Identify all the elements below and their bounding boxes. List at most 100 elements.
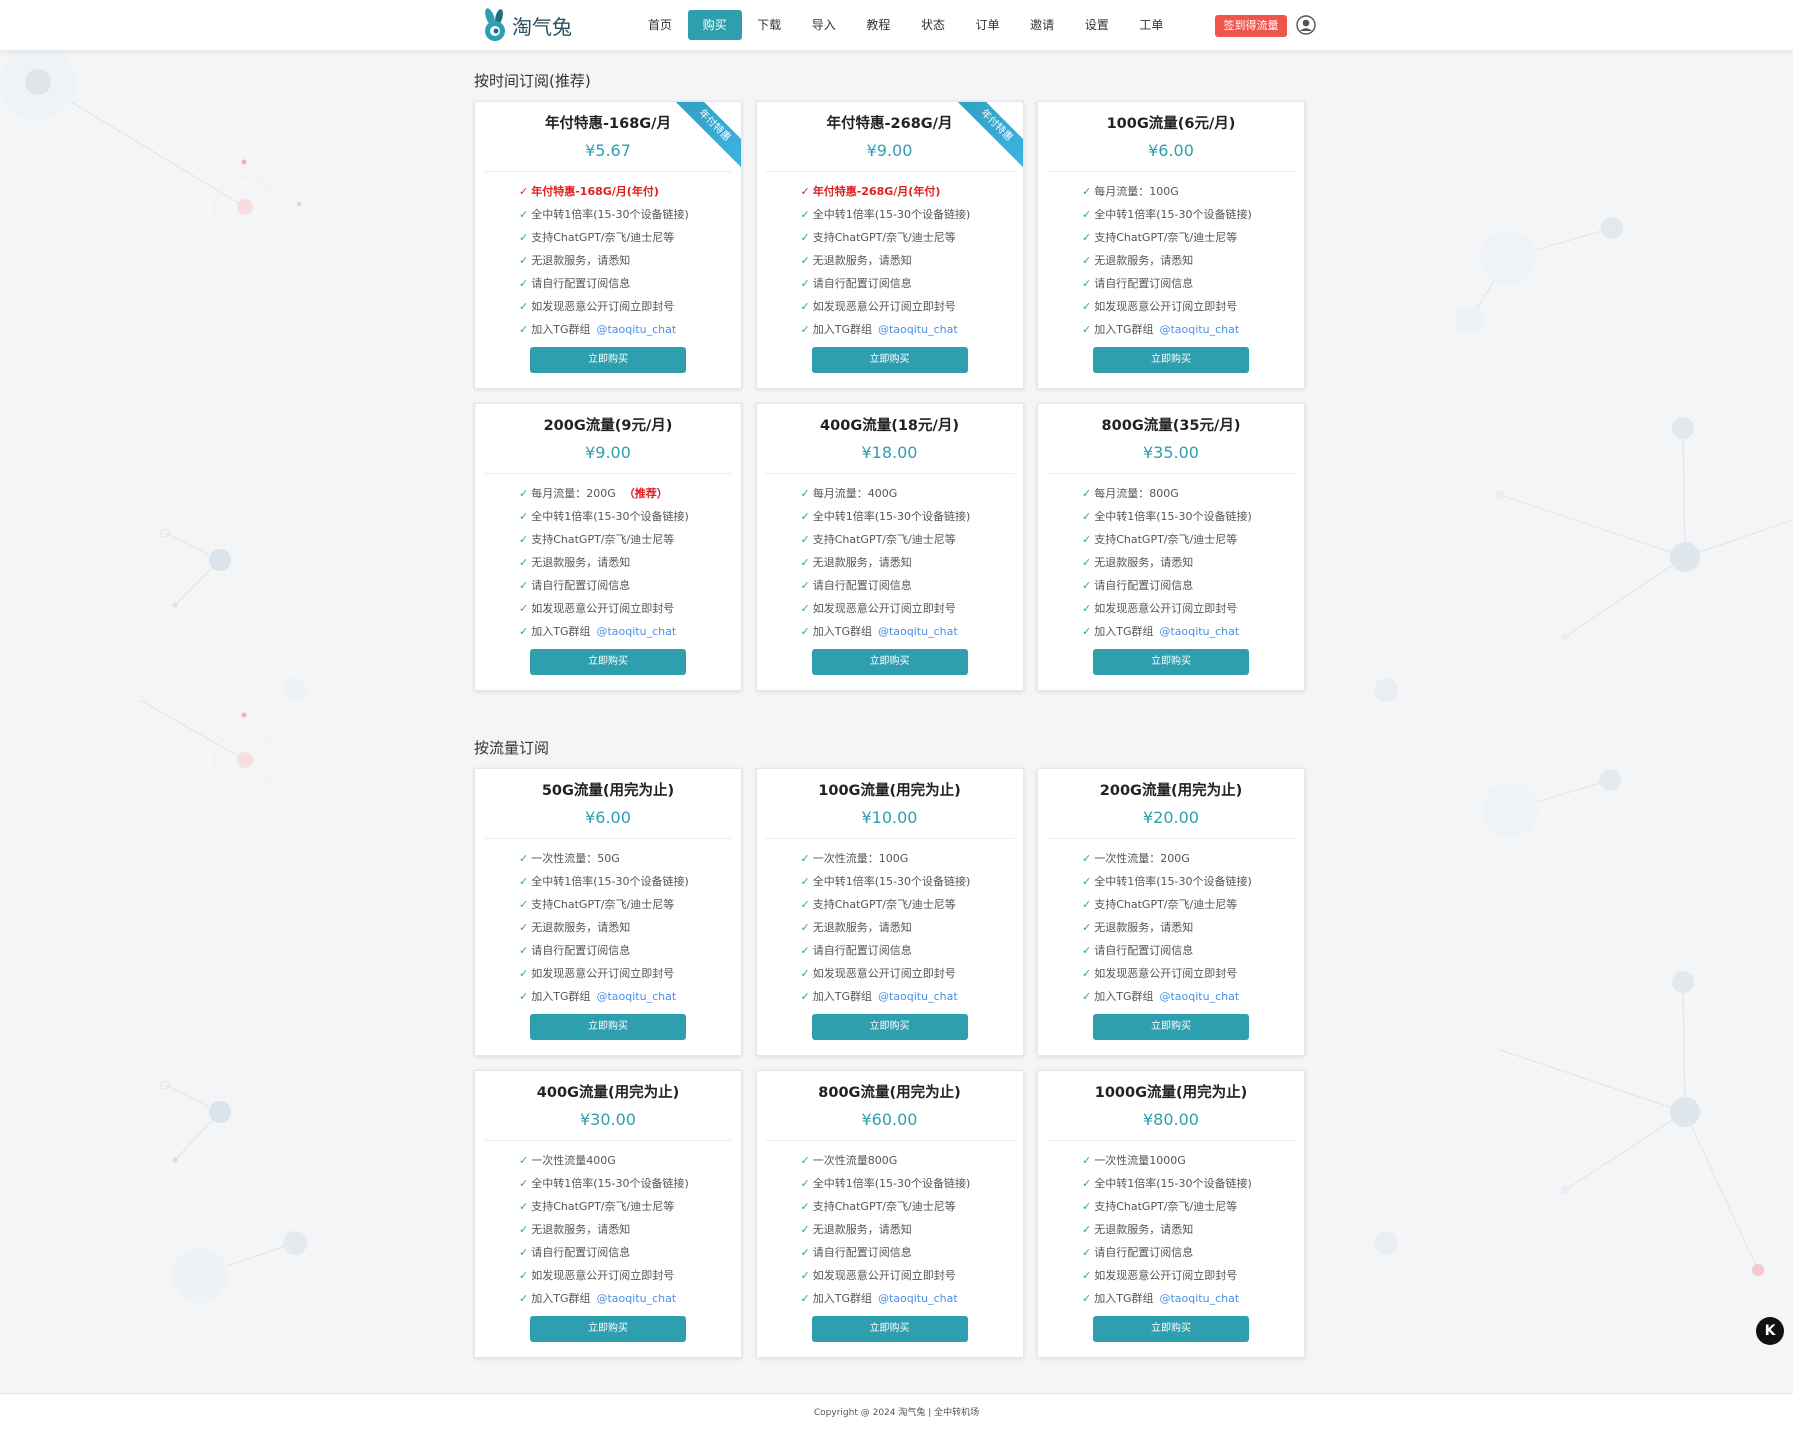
feature-text: 支持ChatGPT/奈飞/迪士尼等 bbox=[531, 898, 675, 911]
buy-now-button[interactable]: 立即购买 bbox=[1093, 649, 1249, 675]
telegram-group-link[interactable]: @taoqitu_chat bbox=[596, 990, 676, 1003]
plan-feature-item: ✓ 全中转1倍率(15-30个设备链接) bbox=[1038, 203, 1304, 226]
telegram-group-link[interactable]: @taoqitu_chat bbox=[1159, 625, 1239, 638]
feature-text: 加入TG群组 bbox=[531, 1292, 591, 1305]
plan-feature-item: ✓ 一次性流量：200G bbox=[1038, 847, 1304, 870]
check-icon: ✓ bbox=[519, 898, 529, 911]
nav-orders[interactable]: 订单 bbox=[961, 10, 1015, 40]
buy-now-button[interactable]: 立即购买 bbox=[811, 1014, 968, 1040]
plan-feature-item: ✓ 无退款服务，请悉知 bbox=[1038, 249, 1304, 272]
plan-feature-item: ✓ 如发现恶意公开订阅立即封号 bbox=[475, 597, 741, 620]
feature-text: 加入TG群组 bbox=[531, 625, 591, 638]
brand-logo[interactable]: 淘气兔 bbox=[480, 8, 572, 42]
plan-feature-item: ✓ 请自行配置订阅信息 bbox=[757, 1241, 1023, 1264]
nav-settings[interactable]: 设置 bbox=[1070, 10, 1124, 40]
card-divider bbox=[764, 1140, 1015, 1141]
feature-text: 支持ChatGPT/奈飞/迪士尼等 bbox=[1094, 898, 1238, 911]
plan-card: 100G流量(6元/月) ¥6.00 ✓ 每月流量：100G ✓ 全中转1倍率(15-30… bbox=[1037, 101, 1305, 389]
telegram-group-link[interactable]: @taoqitu_chat bbox=[878, 323, 958, 336]
check-icon: ✓ bbox=[519, 852, 529, 865]
check-icon: ✓ bbox=[519, 967, 529, 980]
feature-text: 无退款服务，请悉知 bbox=[1094, 921, 1194, 934]
buy-now-button[interactable]: 立即购买 bbox=[530, 649, 686, 675]
buy-now-button[interactable]: 立即购买 bbox=[530, 1316, 686, 1342]
telegram-group-link[interactable]: @taoqitu_chat bbox=[878, 625, 958, 638]
card-divider bbox=[483, 171, 733, 172]
buy-now-button[interactable]: 立即购买 bbox=[1093, 1316, 1249, 1342]
check-icon: ✓ bbox=[800, 300, 810, 313]
nav-tickets[interactable]: 工单 bbox=[1124, 10, 1178, 40]
feature-text: 请自行配置订阅信息 bbox=[812, 277, 912, 290]
plan-feature-list: ✓ 一次性流量800G ✓ 全中转1倍率(15-30个设备链接) ✓ 支持ChatGPT/… bbox=[757, 1149, 1023, 1310]
nav-invite[interactable]: 邀请 bbox=[1015, 10, 1069, 40]
feature-text: 支持ChatGPT/奈飞/迪士尼等 bbox=[1094, 1200, 1238, 1213]
plan-feature-item: ✓ 全中转1倍率(15-30个设备链接) bbox=[1038, 505, 1304, 528]
plan-feature-item: ✓ 无退款服务，请悉知 bbox=[475, 916, 741, 939]
feature-text: 支持ChatGPT/奈飞/迪士尼等 bbox=[531, 231, 675, 244]
telegram-group-link[interactable]: @taoqitu_chat bbox=[596, 625, 676, 638]
buy-now-button[interactable]: 立即购买 bbox=[530, 1014, 686, 1040]
plan-feature-item: ✓ 如发现恶意公开订阅立即封号 bbox=[757, 597, 1023, 620]
feature-text: 无退款服务，请悉知 bbox=[812, 254, 912, 267]
plan-feature-item: ✓ 请自行配置订阅信息 bbox=[757, 272, 1023, 295]
user-circle-icon[interactable] bbox=[1296, 15, 1316, 35]
buy-now-button[interactable]: 立即购买 bbox=[1093, 347, 1249, 373]
feature-text: 加入TG群组 bbox=[812, 323, 872, 336]
feature-text: 一次性流量：100G bbox=[812, 852, 909, 865]
feature-text: 请自行配置订阅信息 bbox=[531, 277, 631, 290]
telegram-group-link[interactable]: @taoqitu_chat bbox=[596, 323, 676, 336]
plan-feature-item: ✓ 请自行配置订阅信息 bbox=[475, 272, 741, 295]
plan-title: 200G流量(9元/月) bbox=[543, 418, 673, 434]
telegram-group-link[interactable]: @taoqitu_chat bbox=[878, 1292, 958, 1305]
feature-text: 无退款服务，请悉知 bbox=[1094, 1223, 1194, 1236]
feature-text: 支持ChatGPT/奈飞/迪士尼等 bbox=[531, 533, 675, 546]
feature-text: 请自行配置订阅信息 bbox=[1094, 579, 1194, 592]
buy-now-button[interactable]: 立即购买 bbox=[811, 649, 968, 675]
plan-feature-item: ✓ 无退款服务，请悉知 bbox=[1038, 551, 1304, 574]
check-icon: ✓ bbox=[800, 1177, 810, 1190]
plan-feature-item: ✓ 无退款服务，请悉知 bbox=[475, 1218, 741, 1241]
feature-text: 请自行配置订阅信息 bbox=[1094, 277, 1194, 290]
plan-price: ¥9.00 bbox=[866, 141, 913, 160]
telegram-group-link[interactable]: @taoqitu_chat bbox=[878, 990, 958, 1003]
plan-feature-item: ✓ 无退款服务，请悉知 bbox=[757, 551, 1023, 574]
plan-feature-item: ✓ 加入TG群组 @taoqitu_chat bbox=[1038, 985, 1304, 1008]
k-badge-icon[interactable]: K bbox=[1756, 1317, 1784, 1345]
plan-price: ¥5.67 bbox=[585, 141, 631, 160]
buy-now-button[interactable]: 立即购买 bbox=[1093, 1014, 1249, 1040]
feature-text: 如发现恶意公开订阅立即封号 bbox=[1094, 967, 1238, 980]
check-icon: ✓ bbox=[800, 185, 810, 198]
nav-purchase[interactable]: 购买 bbox=[687, 10, 742, 40]
buy-now-button[interactable]: 立即购买 bbox=[530, 347, 686, 373]
plan-feature-item: ✓ 年付特惠-268G/月(年付) bbox=[757, 180, 1023, 203]
feature-text: 加入TG群组 bbox=[812, 1292, 872, 1305]
check-icon: ✓ bbox=[800, 277, 810, 290]
check-icon: ✓ bbox=[800, 1154, 810, 1167]
feature-text: 无退款服务，请悉知 bbox=[812, 921, 912, 934]
plan-feature-list: ✓ 一次性流量400G ✓ 全中转1倍率(15-30个设备链接) ✓ 支持ChatGPT/… bbox=[475, 1149, 741, 1310]
nav-tutorial[interactable]: 教程 bbox=[851, 10, 905, 40]
nav-status[interactable]: 状态 bbox=[906, 10, 960, 40]
nav-download[interactable]: 下载 bbox=[742, 10, 796, 40]
buy-now-button[interactable]: 立即购买 bbox=[811, 347, 968, 373]
check-icon: ✓ bbox=[1082, 323, 1092, 336]
plan-feature-item: ✓ 支持ChatGPT/奈飞/迪士尼等 bbox=[475, 528, 741, 551]
nav-home[interactable]: 首页 bbox=[633, 10, 687, 40]
plan-feature-item: ✓ 请自行配置订阅信息 bbox=[1038, 272, 1304, 295]
telegram-group-link[interactable]: @taoqitu_chat bbox=[1159, 990, 1239, 1003]
telegram-group-link[interactable]: @taoqitu_chat bbox=[1159, 1292, 1239, 1305]
buy-now-button[interactable]: 立即购买 bbox=[811, 1316, 968, 1342]
card-divider bbox=[1046, 473, 1296, 474]
telegram-group-link[interactable]: @taoqitu_chat bbox=[596, 1292, 676, 1305]
plan-feature-list: ✓ 每月流量：400G ✓ 全中转1倍率(15-30个设备链接) ✓ 支持ChatGPT/… bbox=[757, 482, 1023, 643]
feature-text: 每月流量：400G bbox=[812, 487, 898, 500]
check-icon: ✓ bbox=[800, 1200, 810, 1213]
check-icon: ✓ bbox=[800, 510, 810, 523]
nav-import[interactable]: 导入 bbox=[797, 10, 851, 40]
feature-text: 全中转1倍率(15-30个设备链接) bbox=[1094, 208, 1252, 221]
telegram-group-link[interactable]: @taoqitu_chat bbox=[1159, 323, 1239, 336]
checkin-button[interactable]: 签到得流量 bbox=[1215, 15, 1287, 37]
feature-text: 无退款服务，请悉知 bbox=[812, 556, 912, 569]
check-icon: ✓ bbox=[519, 277, 529, 290]
feature-text: 支持ChatGPT/奈飞/迪士尼等 bbox=[531, 1200, 675, 1213]
